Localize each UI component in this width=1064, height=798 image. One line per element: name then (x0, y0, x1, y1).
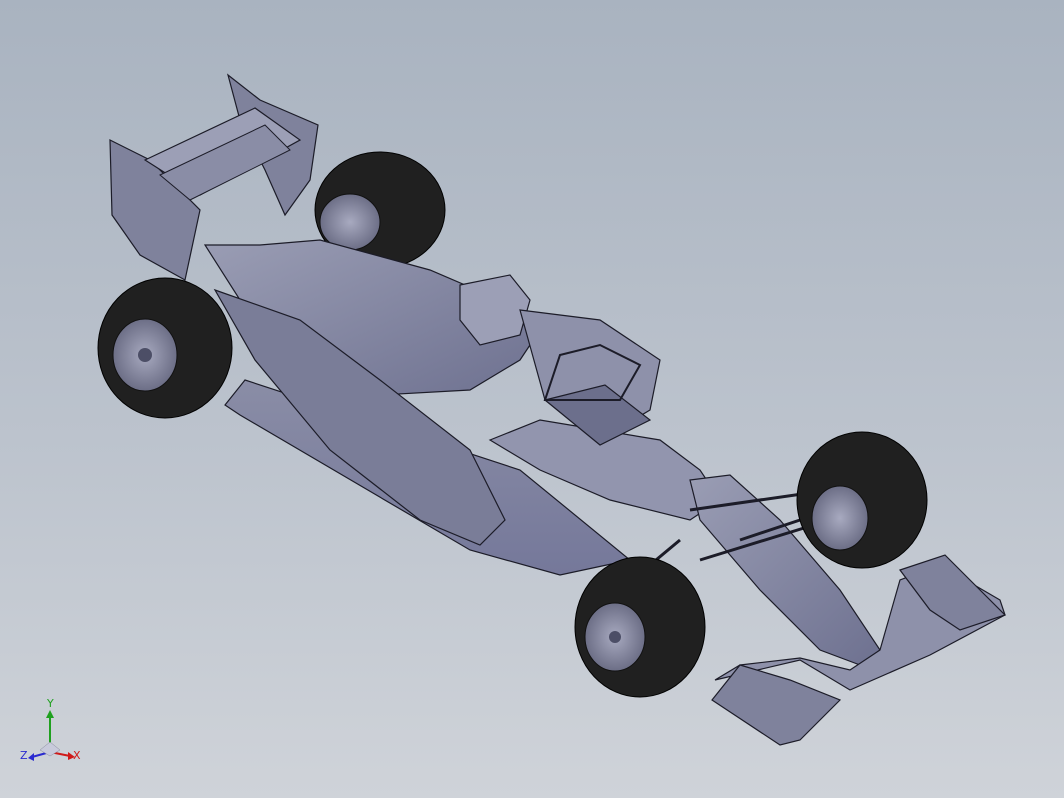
wheel-front-left (574, 556, 706, 698)
triad-y-label: Y (47, 697, 54, 710)
wheel-front-right (796, 431, 928, 569)
graphics-viewport[interactable]: Y X Z (0, 0, 1064, 798)
triad-x-label: X (73, 749, 81, 762)
reference-triad: Y X Z (18, 697, 88, 770)
front-wing-left-endplate (711, 664, 842, 746)
f1-car-model[interactable] (0, 0, 1064, 798)
triad-z-label: Z (20, 749, 28, 762)
wheel-rear-left (97, 277, 233, 419)
